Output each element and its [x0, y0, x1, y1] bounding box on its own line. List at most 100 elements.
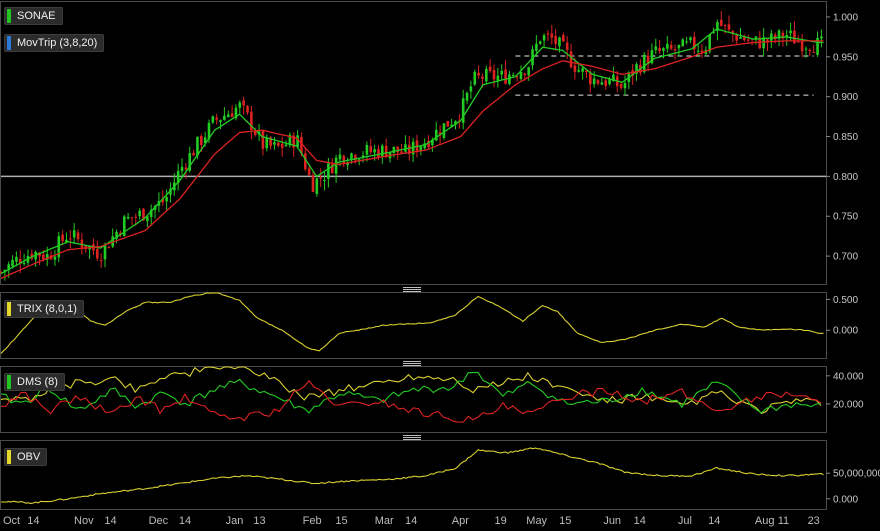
candle-body	[554, 35, 557, 44]
candle-body	[76, 232, 80, 240]
x-axis-tick-label: Mar	[375, 515, 394, 527]
candle-body	[311, 175, 315, 193]
candle-body	[608, 79, 611, 85]
x-axis-tick-label: 14	[179, 515, 191, 527]
candle-body	[666, 43, 669, 49]
candle-body	[535, 43, 538, 51]
legend-obv-label: OBV	[17, 451, 41, 463]
x-axis-tick-label: Dec	[149, 515, 169, 527]
pane-splitter-1[interactable]	[403, 287, 421, 292]
legend-trix-label: TRIX (8,0,1)	[17, 303, 77, 315]
candle-body	[442, 123, 446, 138]
candle-body	[223, 115, 226, 120]
x-axis-tick-label: 14	[708, 515, 720, 527]
x-axis-tick-label: Feb	[303, 515, 322, 527]
candle-body	[99, 260, 103, 262]
legend-trix-swatch	[7, 302, 11, 316]
candle-body	[658, 47, 661, 52]
candle-body	[22, 262, 26, 265]
dms-pane-frame	[0, 366, 827, 433]
trix-pane-frame	[0, 292, 827, 359]
candle-body	[746, 39, 750, 41]
candle-body	[226, 114, 230, 118]
candle-body	[500, 70, 504, 75]
candle-body	[69, 238, 72, 240]
main-pane: 0.700 0.750 0.800 0.850 0.900 0.950 1.000	[0, 1, 858, 285]
main-ytick-label: 0.700	[833, 252, 858, 263]
candle-body	[727, 24, 731, 30]
main-ytick-label: 0.900	[833, 92, 858, 103]
candle-body	[685, 41, 688, 43]
candle-body	[677, 44, 681, 49]
x-axis-tick-label: Nov	[74, 515, 94, 527]
candle-body	[492, 69, 496, 80]
candle-body	[673, 49, 677, 51]
candle-body	[723, 24, 727, 26]
candle-body	[446, 120, 450, 127]
candle-body	[770, 33, 773, 41]
candle-body	[669, 45, 673, 49]
candle-body	[569, 51, 573, 68]
legend-obv[interactable]: OBV	[4, 448, 48, 466]
obv-ytick-label: 50,000,000	[833, 469, 880, 480]
candle-body	[681, 39, 685, 47]
x-axis-tick-label: Jul	[678, 515, 692, 527]
candle-body	[11, 260, 14, 267]
candle-body	[662, 48, 665, 51]
pane-splitter-3[interactable]	[403, 435, 421, 440]
candle-body	[496, 75, 500, 81]
candle-body	[404, 144, 407, 152]
candle-body	[219, 120, 222, 122]
candle-body	[542, 35, 546, 41]
legend-trix[interactable]: TRIX (8,0,1)	[4, 300, 84, 318]
candle-body	[523, 73, 527, 76]
candle-body	[180, 166, 184, 172]
candle-body	[381, 145, 384, 157]
main-ytick-label: 0.850	[833, 132, 858, 143]
candle-body	[211, 116, 215, 123]
dms-ytick-label: 40.000	[833, 371, 864, 382]
candle-body	[804, 48, 808, 50]
candle-body	[754, 36, 758, 39]
candle-body	[796, 41, 800, 43]
candle-body	[800, 41, 804, 52]
candle-body	[642, 54, 646, 73]
dms-ytick-label: 20.000	[833, 399, 864, 410]
candle-body	[134, 216, 138, 218]
candle-body	[465, 92, 469, 101]
legend-movtrip-label: MovTrip (3,8,20)	[17, 37, 98, 49]
candle-body	[238, 102, 242, 108]
candle-body	[581, 68, 584, 72]
legend-dms-swatch	[7, 375, 11, 389]
legend-sonae[interactable]: SONAE	[4, 7, 63, 25]
pane-splitter-2[interactable]	[403, 361, 421, 366]
x-axis-tick-label: 11	[778, 515, 789, 527]
obv-pane: 0.000 50,000,000	[0, 440, 880, 510]
x-axis-tick-label: Apr	[452, 515, 469, 527]
candle-body	[369, 146, 373, 153]
candle-body	[654, 46, 658, 51]
candle-body	[789, 30, 792, 34]
candle-body	[334, 157, 338, 174]
legend-dms[interactable]: DMS (8)	[4, 373, 65, 391]
candle-body	[623, 82, 627, 89]
legend-sonae-label: SONAE	[17, 10, 56, 22]
candle-body	[604, 80, 608, 87]
candle-body	[315, 178, 319, 194]
candle-body	[477, 72, 480, 76]
legend-sonae-swatch	[7, 9, 11, 23]
candle-body	[261, 130, 265, 149]
x-axis-tick-label: 14	[634, 515, 646, 527]
candle-body	[15, 256, 18, 262]
candle-body	[323, 180, 326, 182]
candle-body	[138, 210, 141, 217]
candle-body	[589, 72, 592, 85]
main-ytick-label: 0.950	[833, 52, 858, 63]
candle-body	[377, 149, 380, 158]
candle-body	[284, 144, 288, 147]
x-axis-tick-label: 15	[335, 515, 347, 527]
legend-movtrip[interactable]: MovTrip (3,8,20)	[4, 34, 105, 52]
candle-body	[319, 177, 322, 179]
candle-body	[488, 66, 492, 71]
candle-body	[199, 136, 203, 145]
